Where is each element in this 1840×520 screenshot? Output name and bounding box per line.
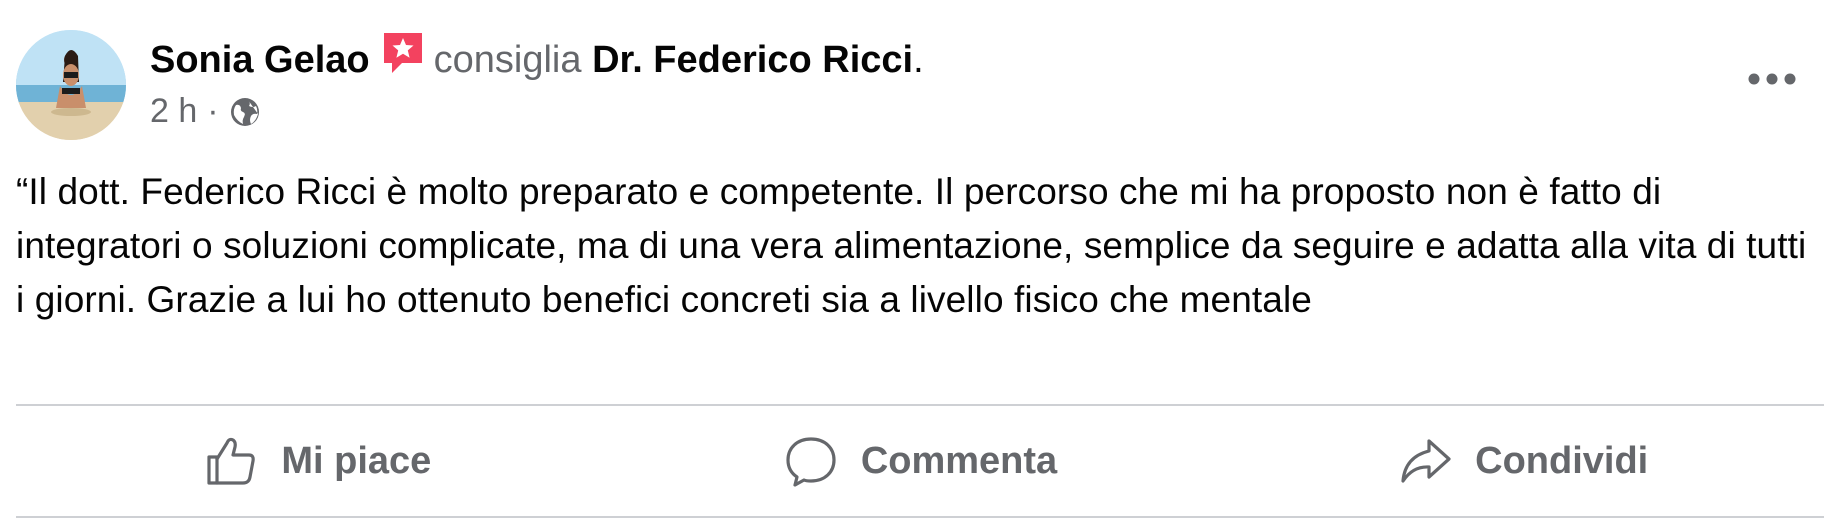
header-period: . bbox=[913, 39, 924, 81]
recommendation-post: Sonia Gelao consiglia Dr. Federico Ricci… bbox=[0, 0, 1840, 520]
share-label: Condividi bbox=[1475, 439, 1649, 482]
author-name[interactable]: Sonia Gelao bbox=[150, 39, 370, 81]
comment-button[interactable]: Commenta bbox=[619, 406, 1222, 516]
post-timestamp[interactable]: 2 h bbox=[150, 92, 197, 130]
recommendation-star-icon bbox=[380, 30, 426, 76]
like-button[interactable]: Mi piace bbox=[16, 406, 619, 516]
more-horizontal-icon bbox=[1748, 73, 1796, 85]
globe-icon[interactable] bbox=[229, 94, 261, 126]
post-header: Sonia Gelao consiglia Dr. Federico Ricci… bbox=[150, 30, 924, 85]
meta-separator: · bbox=[207, 92, 219, 130]
post-actions-bar: Mi piace Commenta Condividi bbox=[16, 406, 1824, 516]
post-meta: 2 h · bbox=[150, 88, 261, 134]
more-options-button[interactable] bbox=[1740, 55, 1804, 103]
recommends-text: consiglia bbox=[433, 39, 582, 81]
recommended-page-name[interactable]: Dr. Federico Ricci bbox=[592, 39, 913, 81]
like-label: Mi piace bbox=[281, 439, 432, 482]
post-body-text: “Il dott. Federico Ricci è molto prepara… bbox=[16, 171, 1807, 320]
comment-label: Commenta bbox=[860, 439, 1058, 482]
profile-photo-beach bbox=[16, 30, 126, 140]
share-button[interactable]: Condividi bbox=[1221, 406, 1824, 516]
speech-bubble-icon bbox=[786, 437, 836, 487]
author-avatar[interactable] bbox=[16, 30, 126, 140]
actions-bottom-divider bbox=[16, 516, 1824, 518]
thumbs-up-icon bbox=[207, 437, 256, 485]
share-arrow-icon bbox=[1401, 439, 1451, 483]
